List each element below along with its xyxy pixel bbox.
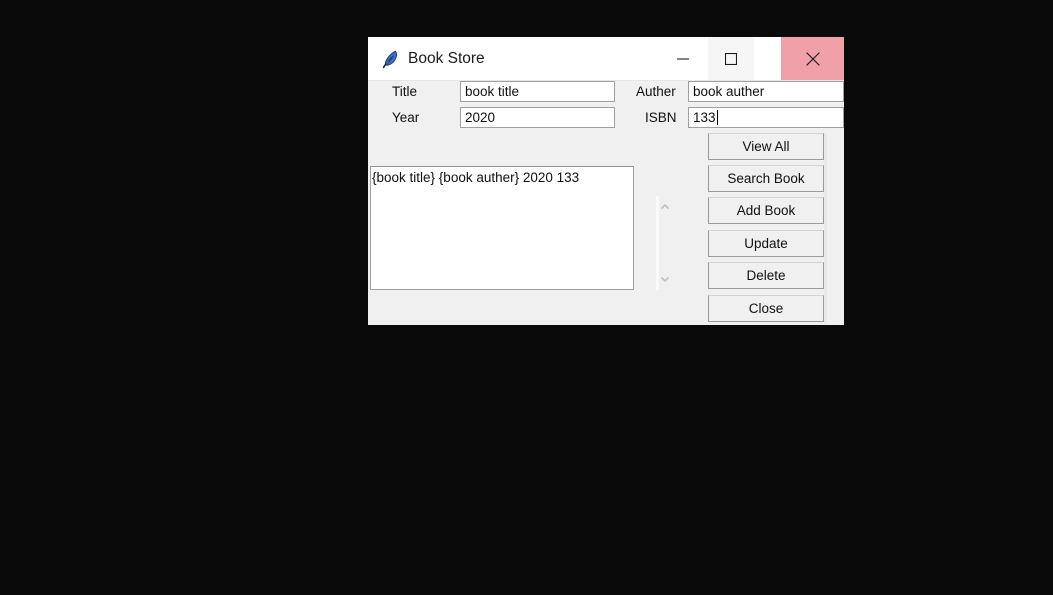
title-bar: Book Store — [368, 37, 844, 81]
auther-input-value: book auther — [693, 84, 765, 99]
isbn-input[interactable]: 133 — [688, 107, 844, 128]
label-title: Title — [392, 84, 418, 99]
title-input-value: book title — [465, 84, 520, 99]
label-auther: Auther — [636, 84, 676, 99]
label-isbn: ISBN — [645, 110, 677, 125]
search-book-button[interactable]: Search Book — [708, 165, 824, 192]
close-icon[interactable] — [781, 37, 844, 80]
minimize-icon[interactable] — [660, 37, 706, 80]
feather-icon — [379, 48, 401, 70]
update-button[interactable]: Update — [708, 230, 824, 257]
chevron-down-icon[interactable] — [659, 272, 671, 284]
chevron-up-icon[interactable] — [659, 200, 671, 212]
year-input[interactable]: 2020 — [460, 107, 615, 128]
year-input-value: 2020 — [465, 110, 496, 125]
add-book-button[interactable]: Add Book — [708, 197, 824, 224]
maximize-icon[interactable] — [708, 37, 754, 80]
isbn-input-value: 133 — [693, 110, 716, 125]
delete-button[interactable]: Delete — [708, 262, 824, 289]
list-item[interactable]: {book title} {book auther} 2020 133 — [371, 167, 633, 186]
text-caret — [716, 110, 718, 125]
label-year: Year — [392, 110, 420, 125]
title-input[interactable]: book title — [460, 81, 615, 102]
auther-input[interactable]: book auther — [688, 81, 844, 102]
window-title: Book Store — [408, 50, 485, 67]
listbox-scrollbar[interactable] — [656, 196, 670, 290]
view-all-button[interactable]: View All — [708, 133, 824, 160]
side-scrollbar-strip[interactable] — [824, 133, 827, 324]
results-listbox[interactable]: {book title} {book auther} 2020 133 — [370, 166, 634, 290]
close-button[interactable]: Close — [708, 295, 824, 322]
